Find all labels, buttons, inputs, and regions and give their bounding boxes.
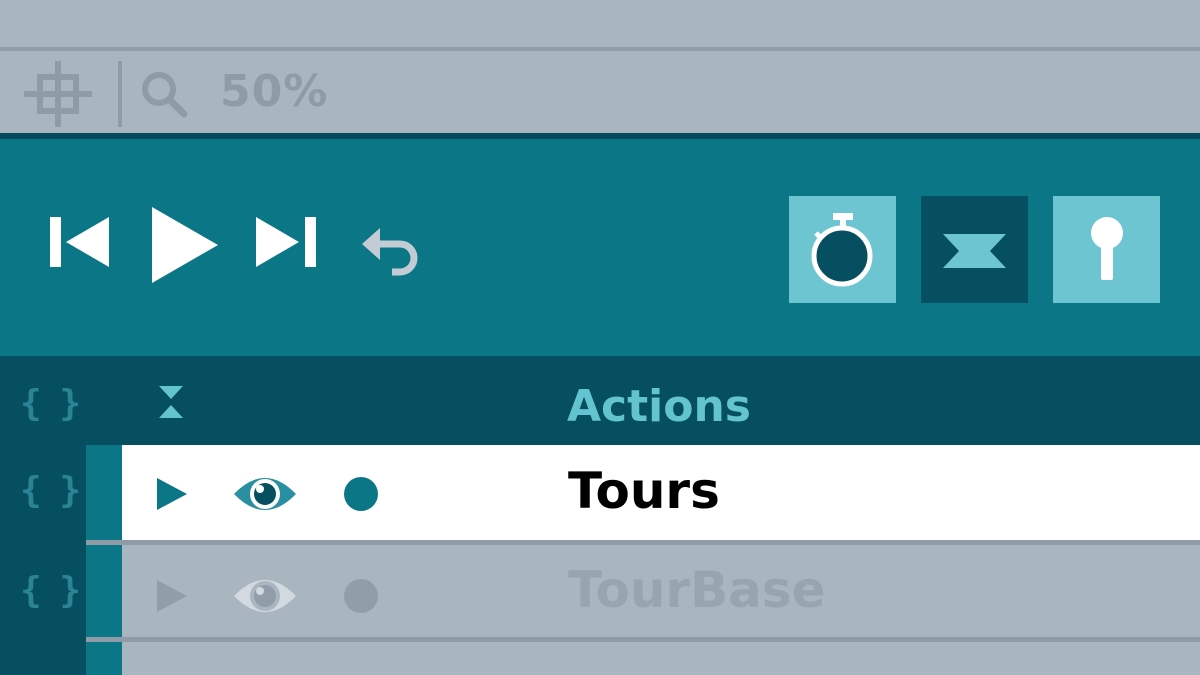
brace-icon: { } <box>20 383 81 424</box>
toolbar-divider <box>118 61 122 127</box>
envelope-icon <box>943 234 1006 268</box>
stopwatch-button[interactable] <box>789 196 896 303</box>
skip-back-icon[interactable] <box>50 217 110 267</box>
tree-row-label: Tours <box>568 462 720 520</box>
record-dot-icon[interactable] <box>344 477 378 511</box>
undo-icon[interactable] <box>362 228 420 276</box>
keyhole-icon <box>1091 217 1123 280</box>
expand-arrow-icon[interactable] <box>157 478 187 510</box>
tree-row-label: TourBase <box>568 561 826 619</box>
play-icon[interactable] <box>152 207 218 283</box>
expand-arrow-icon[interactable] <box>157 580 187 612</box>
search-icon[interactable] <box>140 70 188 118</box>
column-header-actions: Actions <box>567 381 751 432</box>
brace-icon: { } <box>20 570 81 611</box>
envelope-button[interactable] <box>921 196 1028 303</box>
stopwatch-icon <box>811 213 873 287</box>
record-dot-icon[interactable] <box>344 579 378 613</box>
zoom-level[interactable]: 50% <box>220 66 328 117</box>
eye-icon[interactable] <box>232 570 298 622</box>
brace-icon: { } <box>20 470 81 511</box>
skip-forward-icon[interactable] <box>256 217 316 267</box>
keyhole-button[interactable] <box>1053 196 1160 303</box>
eye-icon[interactable] <box>232 468 298 520</box>
collapse-all-icon[interactable] <box>159 386 183 418</box>
tree-row[interactable] <box>122 642 1200 675</box>
crosshair-icon[interactable] <box>24 61 92 127</box>
top-menu-bar <box>0 0 1200 47</box>
